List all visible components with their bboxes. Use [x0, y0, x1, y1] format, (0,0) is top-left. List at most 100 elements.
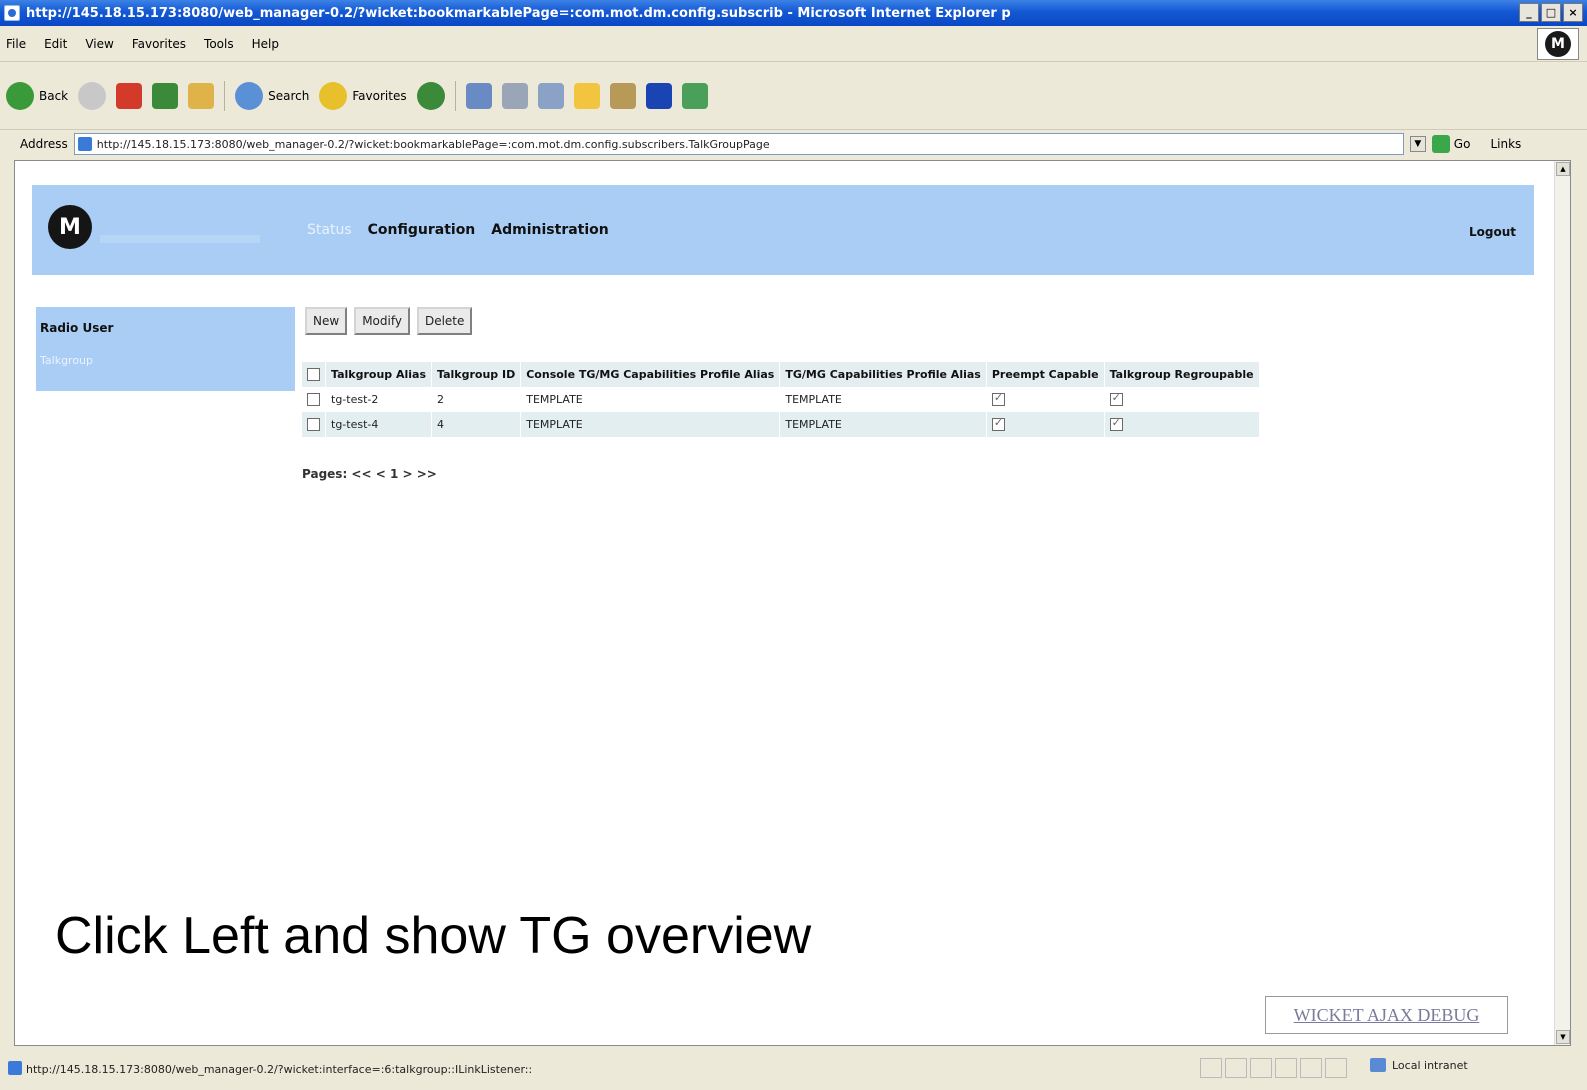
address-bar: Address http://145.18.15.173:8080/web_ma…: [0, 130, 1587, 158]
column-header[interactable]: Talkgroup Alias: [325, 362, 433, 387]
stop-icon[interactable]: [116, 82, 143, 109]
vertical-scrollbar[interactable]: ▲ ▼: [1554, 161, 1570, 1045]
cell-console-profile: TEMPLATE: [520, 387, 781, 412]
column-header[interactable]: Talkgroup Regroupable: [1104, 362, 1260, 387]
row-select-checkbox[interactable]: [307, 418, 320, 432]
address-dropdown-arrow-icon[interactable]: ▼: [1409, 136, 1426, 152]
column-header[interactable]: TG/MG Capabilities Profile Alias: [779, 362, 987, 387]
preempt-capable-checkbox: [991, 416, 1005, 432]
search-button[interactable]: Search: [235, 81, 310, 110]
wicket-ajax-debug-link[interactable]: WICKET AJAX DEBUG: [1265, 996, 1508, 1034]
address-input[interactable]: http://145.18.15.173:8080/web_manager-0.…: [73, 133, 1404, 155]
cell-profile: TEMPLATE: [779, 387, 987, 412]
zone-label: Local intranet: [1392, 1058, 1468, 1072]
close-button[interactable]: ×: [1563, 3, 1583, 22]
back-icon: [6, 81, 34, 110]
page-status-icon: [8, 1061, 22, 1075]
cell-talkgroup-alias[interactable]: tg-test-2: [325, 387, 433, 412]
menu-help[interactable]: Help: [252, 37, 279, 51]
status-pane: [1275, 1058, 1297, 1078]
new-button[interactable]: New: [305, 307, 348, 335]
standard-toolbar: Back Search Favorites: [0, 62, 1587, 130]
scroll-up-icon[interactable]: ▲: [1556, 162, 1570, 176]
pagination[interactable]: Pages: << < 1 > >>: [302, 467, 437, 481]
talkgroup-table: Talkgroup Alias Talkgroup ID Console TG/…: [302, 362, 1260, 437]
status-pane: [1225, 1058, 1247, 1078]
regroupable-checkbox: [1109, 391, 1123, 407]
favorites-button[interactable]: Favorites: [319, 81, 407, 110]
home-icon[interactable]: [188, 82, 215, 109]
column-header[interactable]: Preempt Capable: [986, 362, 1105, 387]
nav-status[interactable]: Status: [307, 222, 352, 238]
scroll-down-icon[interactable]: ▼: [1556, 1030, 1570, 1044]
cell-talkgroup-id: 2: [431, 387, 522, 412]
column-header[interactable]: Talkgroup ID: [431, 362, 522, 387]
menu-edit[interactable]: Edit: [44, 37, 67, 51]
window-controls: _ □ ×: [1519, 3, 1583, 22]
messenger-icon[interactable]: [609, 82, 636, 109]
page-icon: [77, 137, 92, 151]
refresh-icon[interactable]: [152, 82, 179, 109]
back-label: Back: [39, 88, 69, 103]
menu-favorites[interactable]: Favorites: [132, 37, 186, 51]
sidebar-item-talkgroup[interactable]: Talkgroup: [40, 354, 93, 367]
nav-configuration[interactable]: Configuration: [368, 222, 476, 238]
folder-icon[interactable]: [573, 82, 600, 109]
address-label: Address: [20, 137, 68, 151]
address-url: http://145.18.15.173:8080/web_manager-0.…: [96, 137, 770, 151]
bluetooth-icon[interactable]: [645, 82, 672, 109]
go-label: Go: [1453, 137, 1471, 151]
links-button[interactable]: Links: [1490, 137, 1521, 151]
delete-button[interactable]: Delete: [416, 307, 473, 335]
table-row[interactable]: tg-test-4 4 TEMPLATE TEMPLATE: [302, 412, 1260, 437]
security-zone[interactable]: Local intranet: [1370, 1058, 1468, 1072]
go-button[interactable]: Go: [1431, 135, 1471, 153]
toolbar-separator: [454, 80, 456, 111]
preempt-capable-checkbox: [991, 391, 1005, 407]
status-bar: http://145.18.15.173:8080/web_manager-0.…: [0, 1048, 1587, 1090]
edit-icon[interactable]: [537, 82, 564, 109]
left-sidebar: Radio User Talkgroup: [36, 307, 295, 391]
regroupable-checkbox: [1109, 416, 1123, 432]
sidebar-item-radio-user[interactable]: Radio User: [40, 321, 113, 335]
column-header[interactable]: Console TG/MG Capabilities Profile Alias: [520, 362, 781, 387]
menu-file[interactable]: File: [6, 37, 26, 51]
favorites-icon: [319, 81, 348, 110]
forward-icon[interactable]: [78, 81, 107, 110]
logo-tagline-placeholder: [100, 235, 260, 243]
menu-tools[interactable]: Tools: [204, 37, 234, 51]
status-pane: [1200, 1058, 1222, 1078]
history-icon[interactable]: [416, 81, 445, 110]
search-label: Search: [268, 88, 310, 103]
tools-icon[interactable]: [681, 82, 708, 109]
select-all-cell[interactable]: [302, 362, 326, 387]
status-pane: [1325, 1058, 1347, 1078]
maximize-button[interactable]: □: [1541, 3, 1561, 22]
cell-profile: TEMPLATE: [779, 412, 987, 437]
minimize-button[interactable]: _: [1519, 3, 1539, 22]
browser-viewport: ▲ ▼ M Status Configuration Administratio…: [14, 160, 1571, 1046]
table-row[interactable]: tg-test-2 2 TEMPLATE TEMPLATE: [302, 387, 1260, 412]
cell-console-profile: TEMPLATE: [520, 412, 781, 437]
modify-button[interactable]: Modify: [354, 307, 410, 335]
status-text: http://145.18.15.173:8080/web_manager-0.…: [26, 1062, 533, 1076]
window-title-bar[interactable]: http://145.18.15.173:8080/web_manager-0.…: [0, 0, 1587, 26]
menu-view[interactable]: View: [85, 37, 113, 51]
mail-icon[interactable]: [465, 82, 492, 109]
back-button[interactable]: Back: [6, 81, 69, 110]
cell-talkgroup-alias[interactable]: tg-test-4: [325, 412, 433, 437]
favorites-label: Favorites: [352, 88, 407, 103]
motorola-logo-icon: M: [1545, 31, 1571, 57]
search-icon: [235, 81, 264, 110]
intranet-zone-icon: [1370, 1058, 1386, 1072]
brand-throbber: M: [1537, 28, 1579, 60]
select-all-checkbox[interactable]: [307, 368, 320, 382]
top-navigation: Status Configuration Administration: [307, 222, 609, 238]
row-select-checkbox[interactable]: [307, 393, 320, 407]
logout-link[interactable]: Logout: [1469, 225, 1516, 239]
status-pane: [1250, 1058, 1272, 1078]
nav-administration[interactable]: Administration: [491, 222, 608, 238]
toolbar-separator: [224, 80, 226, 111]
print-icon[interactable]: [501, 82, 528, 109]
menu-bar: File Edit View Favorites Tools Help M: [0, 26, 1587, 62]
